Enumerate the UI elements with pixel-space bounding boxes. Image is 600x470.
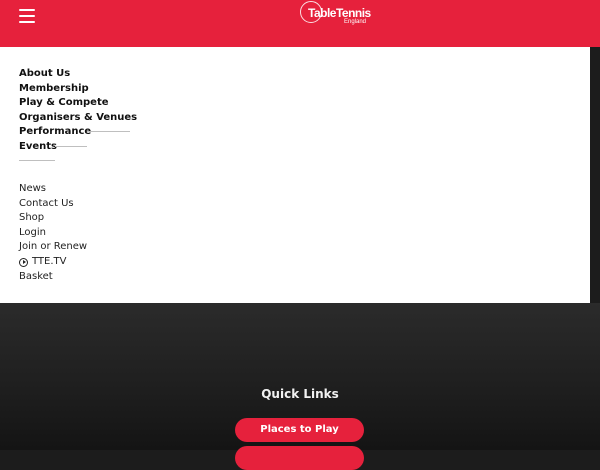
- nav-item-login[interactable]: Login: [19, 226, 87, 241]
- nav-item-join-renew[interactable]: Join or Renew: [19, 240, 87, 255]
- nav-divider: [55, 146, 87, 147]
- places-to-play-button[interactable]: Places to Play: [235, 418, 364, 442]
- nav-divider: [87, 131, 130, 132]
- nav-item-label: Basket: [19, 270, 53, 282]
- nav-item-organisers-venues[interactable]: Organisers & Venues: [19, 111, 137, 126]
- primary-nav: About Us Membership Play & Compete Organ…: [19, 67, 137, 155]
- nav-item-membership[interactable]: Membership: [19, 82, 137, 97]
- nav-item-about-us[interactable]: About Us: [19, 67, 137, 82]
- nav-item-label: Shop: [19, 212, 45, 224]
- nav-item-performance[interactable]: Performance: [19, 125, 137, 140]
- nav-divider: [19, 160, 55, 161]
- logo-subtext: England: [344, 19, 367, 25]
- nav-item-basket[interactable]: Basket: [19, 270, 87, 285]
- logo-name: TableTennis: [308, 6, 371, 20]
- nav-item-news[interactable]: News: [19, 182, 87, 197]
- play-circle-icon: [19, 257, 28, 267]
- nav-item-label: Login: [19, 226, 46, 238]
- site-header: TableTennis England: [0, 0, 600, 47]
- hamburger-icon[interactable]: [19, 9, 35, 23]
- secondary-nav: News Contact Us Shop Login Join or Renew…: [19, 182, 87, 284]
- nav-item-play-compete[interactable]: Play & Compete: [19, 96, 137, 111]
- nav-item-events[interactable]: Events: [19, 140, 137, 155]
- nav-item-tte-tv[interactable]: TTE.TV: [19, 255, 87, 270]
- mobile-menu-panel: About Us Membership Play & Compete Organ…: [0, 47, 590, 303]
- quick-links-title: Quick Links: [261, 387, 339, 401]
- nav-item-label: Contact Us: [19, 197, 74, 209]
- nav-item-contact-us[interactable]: Contact Us: [19, 197, 87, 212]
- nav-item-label: TTE.TV: [32, 255, 67, 267]
- nav-item-label: News: [19, 183, 47, 194]
- nav-item-shop[interactable]: Shop: [19, 211, 87, 226]
- nav-item-label: Join or Renew: [19, 241, 88, 253]
